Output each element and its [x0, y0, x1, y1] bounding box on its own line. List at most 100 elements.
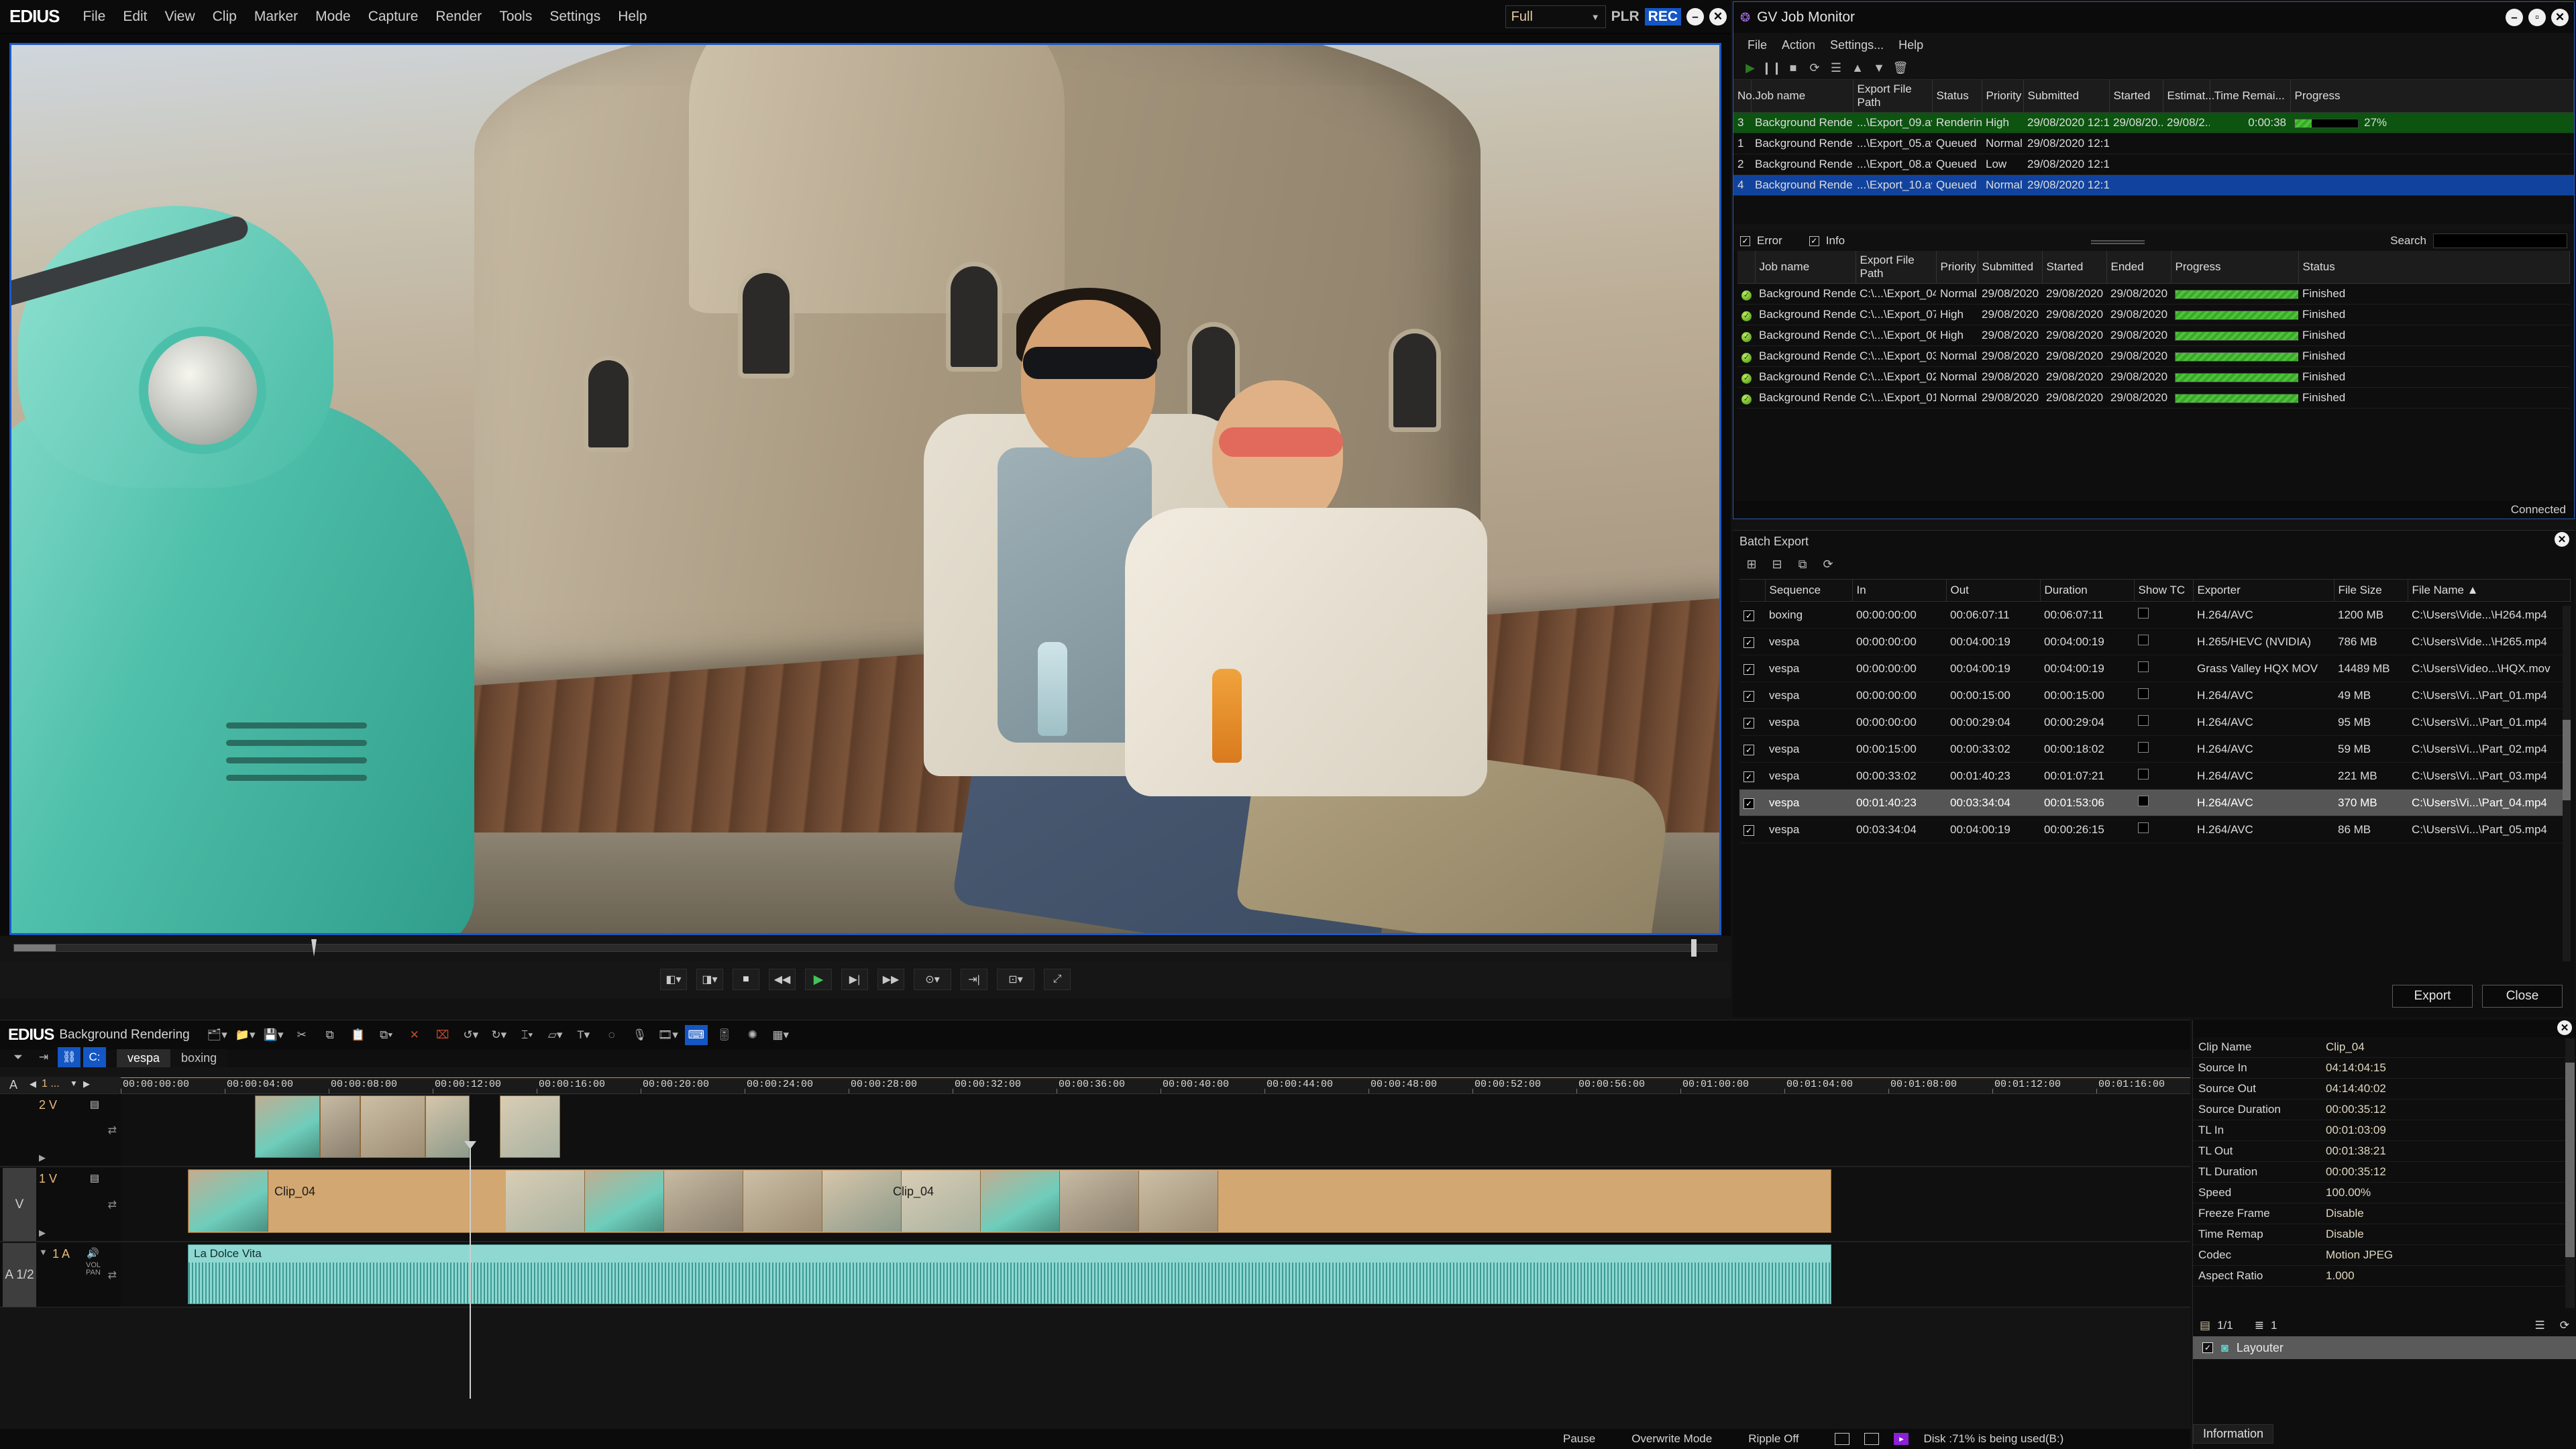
table-row[interactable]: ✓vespa00:00:00:0000:04:00:1900:04:00:19G… [1739, 655, 2571, 682]
timeline-clip-v2[interactable] [320, 1095, 360, 1158]
close-icon[interactable]: ✕ [2551, 9, 2569, 26]
timeline-clip-v2[interactable] [500, 1095, 560, 1158]
track-sync-icon[interactable]: ⇄ [108, 1124, 117, 1137]
title-icon[interactable]: T▾ [572, 1025, 595, 1045]
duplicate-icon[interactable]: ⧉▾ [375, 1025, 398, 1045]
table-row[interactable]: ✓boxing00:00:00:0000:06:07:1100:06:07:11… [1739, 602, 2571, 629]
gvjm-menu-file[interactable]: File [1741, 37, 1773, 54]
table-row[interactable]: ✓vespa00:01:40:2300:03:34:0400:01:53:06H… [1739, 790, 2571, 816]
column-header[interactable]: Duration [2040, 580, 2134, 602]
column-header[interactable]: Priority [1982, 80, 2023, 113]
timeline-playhead[interactable] [470, 1148, 471, 1399]
close-icon[interactable]: ✕ [1709, 8, 1727, 25]
column-header[interactable]: Priority [1936, 251, 1978, 284]
film-icon[interactable]: ▤ [90, 1172, 99, 1184]
menu-item-edit[interactable]: Edit [114, 6, 156, 28]
sequence-tab-boxing[interactable]: boxing [170, 1049, 227, 1067]
voice-over-icon[interactable]: 🎙 [629, 1025, 651, 1045]
duplicate-job-icon[interactable]: ⧉ [1793, 555, 1812, 574]
show-tc-cell[interactable] [2134, 709, 2193, 736]
column-header[interactable]: No. [1733, 80, 1751, 113]
refresh-icon[interactable]: ⟳ [2560, 1319, 2569, 1332]
row-checkbox[interactable]: ✓ [1743, 825, 1754, 836]
collapse-arrow-icon[interactable]: ▼ [39, 1247, 48, 1257]
menu-item-marker[interactable]: Marker [246, 6, 307, 28]
fullscreen-icon[interactable] [1864, 1433, 1879, 1445]
list-icon[interactable]: ☰ [1827, 60, 1845, 77]
column-header[interactable]: Status [1932, 80, 1982, 113]
show-tc-checkbox[interactable] [2138, 715, 2149, 726]
row-checkbox[interactable]: ✓ [1743, 718, 1754, 729]
column-header[interactable]: Time Remai... [2210, 80, 2290, 113]
add-job-icon[interactable]: ⊞ [1742, 555, 1761, 574]
menu-item-view[interactable]: View [156, 6, 204, 28]
column-header[interactable]: Out [1946, 580, 2040, 602]
table-row[interactable]: 1Background Rendering......\Export_05.av… [1733, 133, 2574, 154]
track-group-v[interactable]: V [3, 1168, 36, 1241]
delete-gap-icon[interactable]: ⌧ [431, 1025, 454, 1045]
show-tc-cell[interactable] [2134, 602, 2193, 629]
table-row[interactable]: ✓Background Rendering...C:\...\Export_01… [1737, 388, 2570, 409]
table-row[interactable]: ✓vespa00:00:00:0000:00:15:0000:00:15:00H… [1739, 682, 2571, 709]
menu-item-render[interactable]: Render [427, 6, 490, 28]
column-header[interactable]: Estimat... [2163, 80, 2210, 113]
gv-job-monitor-titlebar[interactable]: ❂ GV Job Monitor – ▫ ✕ [1733, 2, 2574, 33]
table-row[interactable]: ✓Background Rendering...C:\...\Export_03… [1737, 346, 2570, 367]
minimize-icon[interactable]: – [1686, 8, 1704, 25]
table-row[interactable]: ✓vespa00:00:15:0000:00:33:0200:00:18:02H… [1739, 736, 2571, 763]
menu-item-mode[interactable]: Mode [307, 6, 360, 28]
show-tc-checkbox[interactable] [2138, 769, 2149, 780]
save-project-icon[interactable]: 💾▾ [262, 1025, 285, 1045]
slider-end-marker[interactable] [1691, 939, 1697, 957]
list-view-icon[interactable]: ☰ [2535, 1319, 2545, 1332]
preview-quality-select[interactable]: Full ▼ [1505, 5, 1606, 28]
sync-icon[interactable]: ⇥| [961, 969, 987, 990]
gvjm-menu-settings[interactable]: Settings... [1824, 37, 1890, 54]
column-header[interactable]: Export File Path [1853, 80, 1932, 113]
refresh-icon[interactable]: ⟳ [1819, 555, 1837, 574]
next-channel-icon[interactable]: ▶ [83, 1079, 90, 1089]
delete-icon[interactable]: ✕ [403, 1025, 426, 1045]
column-header[interactable]: File Size [2334, 580, 2408, 602]
copy-icon[interactable]: ⧉ [319, 1025, 341, 1045]
redo-icon[interactable]: ↻▾ [488, 1025, 511, 1045]
timeline-clip-v2[interactable] [255, 1095, 320, 1158]
checkbox-cell[interactable]: ✓ [1739, 816, 1765, 843]
checkbox-cell[interactable]: ✓ [1739, 629, 1765, 655]
checkbox-cell[interactable]: ✓ [1739, 602, 1765, 629]
track-sync-icon[interactable]: ⇄ [108, 1198, 117, 1212]
forward-icon[interactable]: ▶▶ [877, 969, 904, 990]
export-button[interactable]: Export [2392, 985, 2473, 1008]
table-row[interactable]: ✓Background Rendering...C:\...\Export_04… [1737, 284, 2570, 305]
gvjm-menu-help[interactable]: Help [1892, 37, 1929, 54]
sequence-tab-vespa[interactable]: vespa [117, 1049, 170, 1067]
close-icon[interactable]: ✕ [2557, 1020, 2572, 1035]
show-tc-checkbox[interactable] [2138, 822, 2149, 833]
show-tc-cell[interactable] [2134, 655, 2193, 682]
recorder-toggle-button[interactable]: REC [1645, 8, 1681, 25]
show-tc-cell[interactable] [2134, 629, 2193, 655]
column-header[interactable]: Progress [2171, 251, 2298, 284]
close-icon[interactable]: ✕ [2555, 532, 2569, 547]
row-checkbox[interactable]: ✓ [1743, 691, 1754, 702]
checkbox-cell[interactable]: ✓ [1739, 682, 1765, 709]
table-row[interactable]: 2Background Rendering......\Export_08.av… [1733, 154, 2574, 175]
table-row[interactable]: ✓vespa00:00:00:0000:04:00:1900:04:00:19H… [1739, 629, 2571, 655]
column-header[interactable] [1739, 580, 1765, 602]
table-row[interactable]: 3Background Rendering......\Export_09.av… [1733, 113, 2574, 133]
show-tc-cell[interactable] [2134, 682, 2193, 709]
tab-information[interactable]: Information [2193, 1424, 2273, 1444]
stop-icon[interactable]: ■ [733, 969, 759, 990]
player-position-slider[interactable] [0, 936, 1731, 960]
delete-icon[interactable]: 🗑 [1892, 60, 1909, 77]
track-header-1v[interactable]: V 1 V ▤ ▶ ⇄ [0, 1168, 121, 1242]
show-tc-checkbox[interactable] [2138, 796, 2149, 806]
table-row[interactable]: ✓Background Rendering...C:\...\Export_06… [1737, 325, 2570, 346]
row-checkbox[interactable]: ✓ [1743, 664, 1754, 675]
row-checkbox[interactable]: ✓ [1743, 637, 1754, 648]
prev-channel-icon[interactable]: ◀ [30, 1079, 36, 1089]
undo-icon[interactable]: ↺▾ [460, 1025, 482, 1045]
minimize-icon[interactable]: – [2506, 9, 2523, 26]
show-tc-checkbox[interactable] [2138, 688, 2149, 699]
table-row[interactable]: 4Background Rendering......\Export_10.av… [1733, 175, 2574, 196]
